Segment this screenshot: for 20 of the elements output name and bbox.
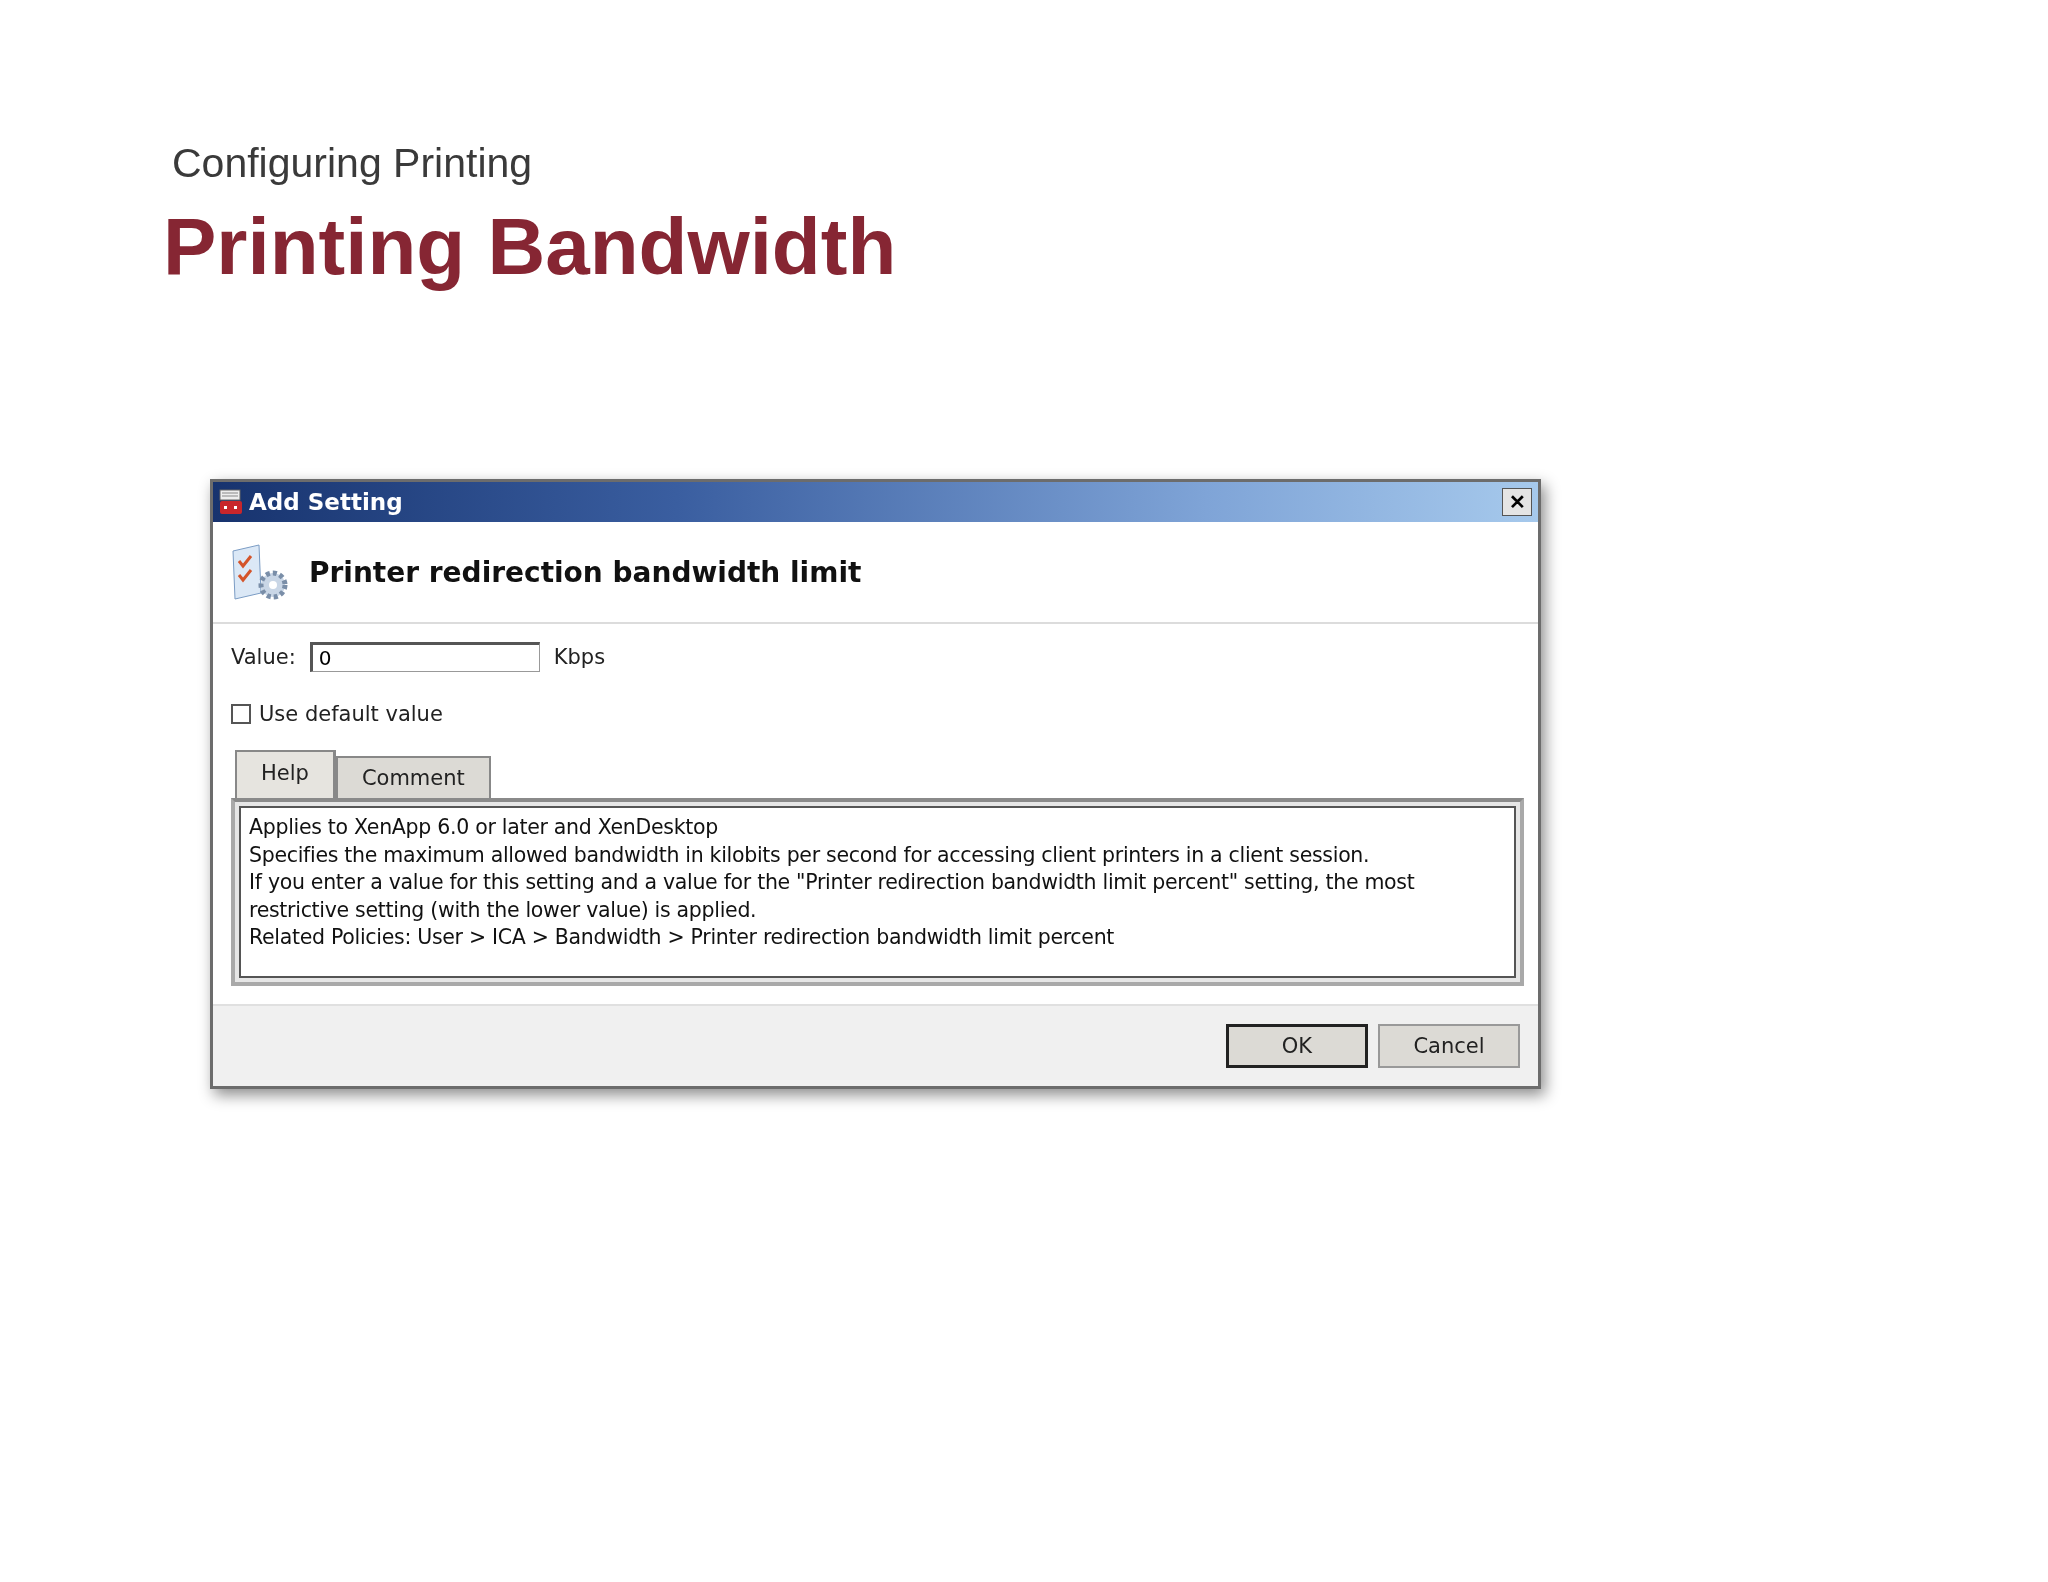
checkbox[interactable]	[231, 704, 251, 724]
toolbox-icon	[219, 489, 243, 515]
tab[interactable]: Help	[235, 750, 336, 798]
tab[interactable]: Comment	[335, 756, 491, 798]
help-text-line: Applies to XenApp 6.0 or later and XenDesktop	[249, 814, 719, 841]
close-button[interactable]: ✕	[1502, 488, 1532, 516]
slide-title: Printing Bandwidth	[163, 201, 898, 293]
help-text-line: restrictive setting (with the lower value) is applied.	[249, 896, 758, 924]
dialog-button[interactable]: OK	[1226, 1024, 1368, 1068]
dialog-button[interactable]: Cancel	[1378, 1024, 1520, 1068]
section-label: Configuring Printing	[172, 140, 534, 187]
value-label: Value:	[231, 645, 296, 669]
help-text-line: Related Policies: User > ICA > Bandwidth > Printer redirection bandwidth limit percent	[249, 924, 1116, 951]
checkbox-label: Use default value	[259, 702, 443, 726]
help-text-line: If you enter a value for this setting and a value for the "Printer redirection bandwidth limit percent" setting, the most	[249, 869, 1416, 896]
unit-label: Kbps	[553, 645, 606, 669]
value-field[interactable]: 0	[309, 642, 540, 672]
help-text-line: Specifies the maximum allowed bandwidth in kilobits per second for accessing client printers in a client session.	[249, 841, 1371, 869]
setting-heading: Printer redirection bandwidth limit	[309, 555, 862, 589]
window-title: Add Setting	[249, 489, 404, 515]
